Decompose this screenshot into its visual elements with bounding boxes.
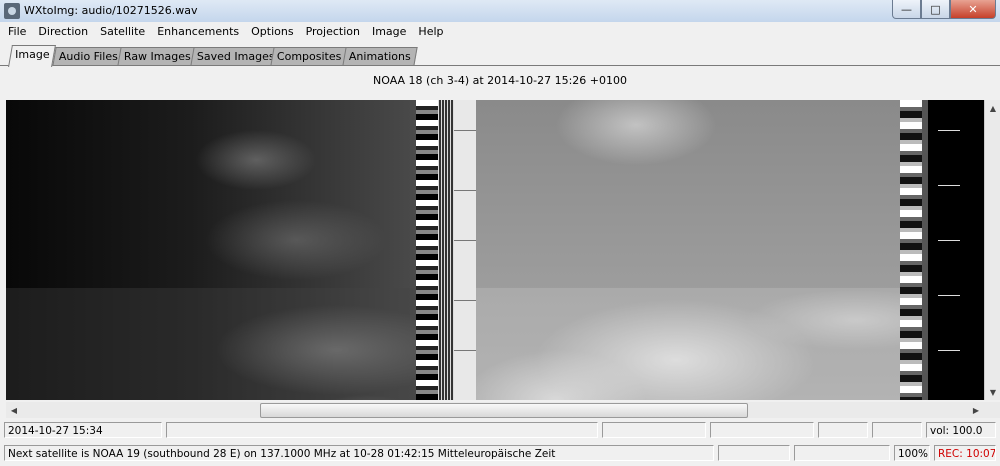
close-icon: ✕ — [968, 2, 978, 16]
horizontal-scrollbar[interactable]: ◀ ▶ — [6, 402, 984, 418]
sync-b-band — [454, 100, 476, 400]
tab-raw-images-label: Raw Images — [123, 50, 191, 63]
window-title: WXtoImg: audio/10271526.wav — [24, 4, 198, 17]
sync-marker — [454, 240, 476, 241]
menu-projection[interactable]: Projection — [300, 22, 366, 42]
app-icon[interactable] — [4, 3, 20, 19]
minute-tick — [938, 295, 960, 296]
status-field — [166, 422, 598, 438]
tab-bar: Image Audio Files Raw Images Saved Image… — [0, 44, 1000, 67]
tab-saved-images[interactable]: Saved Images — [190, 47, 282, 66]
status-field — [602, 422, 706, 438]
scroll-right-icon[interactable]: ▶ — [968, 402, 984, 418]
minute-tick — [938, 130, 960, 131]
tab-raw-images[interactable]: Raw Images — [117, 47, 198, 66]
image-caption: NOAA 18 (ch 3-4) at 2014-10-27 15:26 +01… — [373, 74, 627, 87]
menu-image[interactable]: Image — [366, 22, 412, 42]
sync-a-stripes — [438, 100, 454, 400]
minimize-button[interactable]: — — [892, 0, 921, 19]
minimize-icon: — — [901, 2, 912, 16]
tab-animations-label: Animations — [348, 50, 411, 63]
menu-satellite[interactable]: Satellite — [94, 22, 151, 42]
sync-marker — [454, 350, 476, 351]
tab-composites[interactable]: Composites — [270, 47, 349, 66]
scroll-up-icon[interactable]: ▲ — [985, 100, 1000, 116]
title-bar: WXtoImg: audio/10271526.wav — □ ✕ — [0, 0, 1000, 22]
tab-image[interactable]: Image — [8, 45, 57, 67]
tab-divider — [0, 65, 1000, 66]
menu-options[interactable]: Options — [245, 22, 299, 42]
channel-a-calibration-wedge — [416, 100, 438, 400]
menu-direction[interactable]: Direction — [32, 22, 94, 42]
tab-image-label: Image — [15, 48, 50, 61]
status-field — [718, 445, 790, 461]
sync-marker — [454, 300, 476, 301]
status-rec: REC: 10:07 — [934, 445, 996, 461]
minute-tick — [938, 350, 960, 351]
sync-marker — [454, 130, 476, 131]
satellite-image[interactable] — [6, 100, 984, 400]
channel-a-lower-band — [6, 288, 416, 400]
maximize-icon: □ — [930, 2, 941, 16]
status-next-pass: Next satellite is NOAA 19 (southbound 28… — [4, 445, 714, 461]
menu-file[interactable]: File — [0, 22, 32, 42]
scroll-down-icon[interactable]: ▼ — [985, 384, 1000, 400]
channel-b-lower-band — [476, 288, 900, 400]
tab-composites-label: Composites — [276, 50, 342, 63]
window-controls: — □ ✕ — [892, 0, 996, 20]
status-datetime: 2014-10-27 15:34 — [4, 422, 162, 438]
status-field — [710, 422, 814, 438]
tab-audio-files[interactable]: Audio Files — [52, 47, 125, 66]
tab-audio-files-label: Audio Files — [58, 50, 118, 63]
tab-animations[interactable]: Animations — [342, 47, 418, 66]
menu-enhancements[interactable]: Enhancements — [151, 22, 245, 42]
minute-tick — [938, 240, 960, 241]
minute-tick — [938, 185, 960, 186]
vertical-scrollbar[interactable]: ▲ ▼ — [984, 100, 1000, 400]
tab-saved-images-label: Saved Images — [196, 50, 275, 63]
channel-b-calibration-wedge — [900, 100, 922, 400]
menu-bar: File Direction Satellite Enhancements Op… — [0, 22, 1000, 42]
maximize-button[interactable]: □ — [921, 0, 950, 19]
scroll-left-icon[interactable]: ◀ — [6, 402, 22, 418]
scroll-corner — [984, 402, 1000, 418]
status-zoom: 100% — [894, 445, 930, 461]
status-field — [818, 422, 868, 438]
sync-marker — [454, 190, 476, 191]
status-field — [872, 422, 922, 438]
status-field — [794, 445, 890, 461]
horizontal-scroll-thumb[interactable] — [260, 403, 748, 418]
minute-marker-bar — [928, 100, 984, 400]
close-button[interactable]: ✕ — [950, 0, 996, 19]
menu-help[interactable]: Help — [412, 22, 449, 42]
status-volume: vol: 100.0 — [926, 422, 996, 438]
